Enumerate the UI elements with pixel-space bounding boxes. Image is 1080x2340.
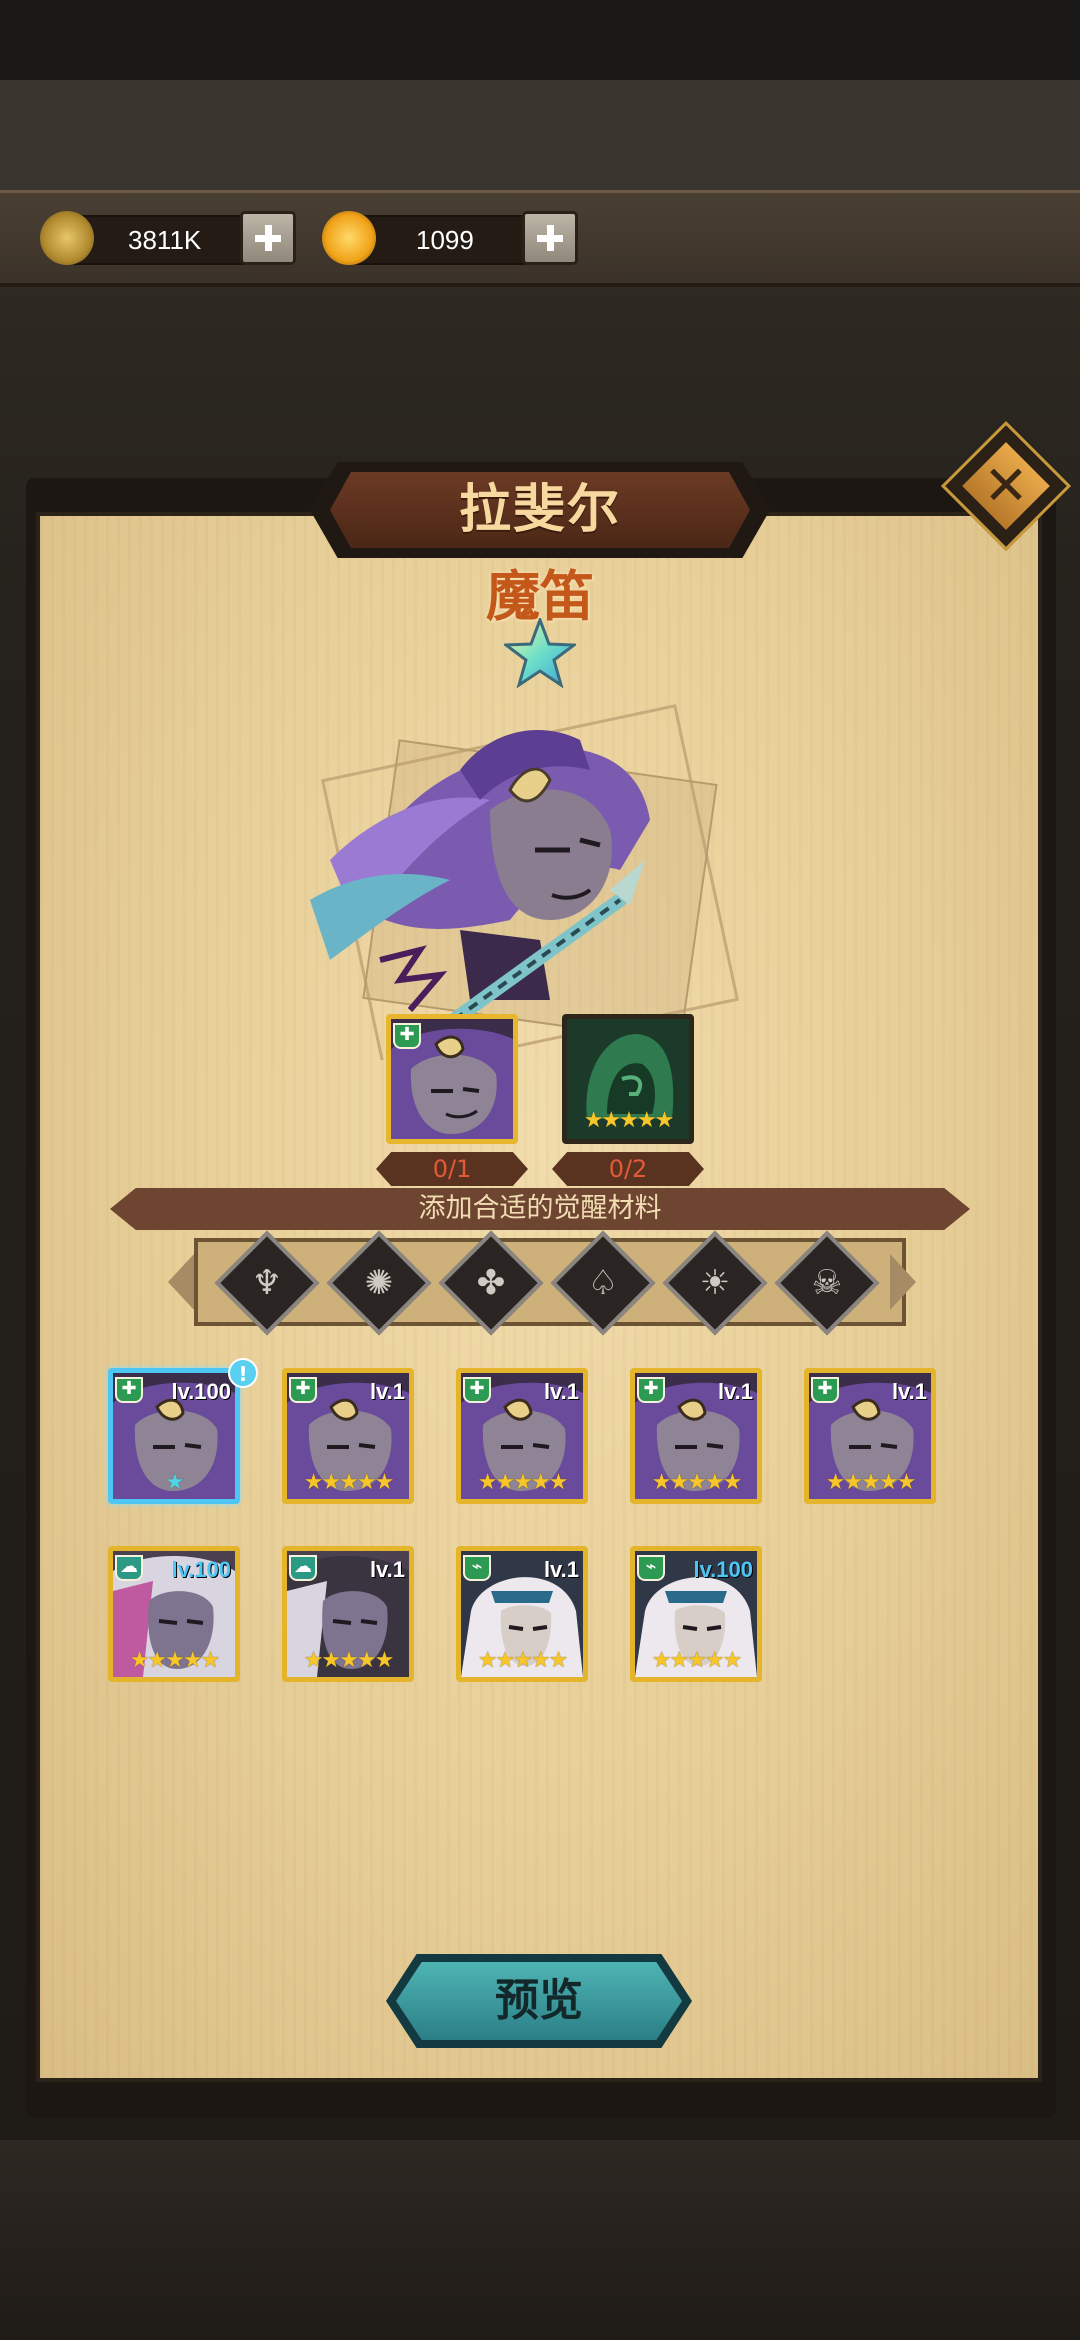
hero-name: 拉斐尔: [458, 480, 621, 540]
card-stars: ★★★★★: [651, 1470, 743, 1495]
hint-text: 添加合适的觉醒材料: [418, 1193, 662, 1224]
filter-right-arrow-icon[interactable]: [890, 1254, 916, 1310]
faction-badge-icon: ⌁: [463, 1555, 491, 1581]
faction-3-icon: ✤: [476, 1263, 506, 1303]
faction-badge-icon: ✚: [811, 1377, 839, 1403]
hero-card-6[interactable]: ☁ lv.100 ★★★★★: [108, 1546, 240, 1682]
rank-star-icon: [504, 618, 576, 688]
faction-badge-icon: ✚: [115, 1377, 143, 1403]
card-level: lv.1: [891, 1379, 927, 1404]
card-level: lv.1: [717, 1379, 753, 1404]
hero-card-5[interactable]: ✚ lv.1 ★★★★★: [804, 1368, 936, 1504]
notification-badge-icon: !: [228, 1358, 258, 1388]
faction-badge-icon: ⌁: [637, 1555, 665, 1581]
add-gold-button[interactable]: [240, 211, 296, 265]
hero-card-2[interactable]: ✚ lv.1 ★★★★★: [282, 1368, 414, 1504]
card-level: lv.1: [369, 1557, 405, 1582]
top-background: [0, 80, 1080, 190]
gem-icon: [322, 211, 376, 265]
material-slot-hero[interactable]: ✚: [386, 1014, 518, 1144]
faction-badge-icon: ✚: [637, 1377, 665, 1403]
bottom-background: [0, 2140, 1080, 2340]
material-count-hero: 0/1: [376, 1152, 528, 1186]
faction-5-icon: ☀: [699, 1263, 731, 1303]
faction-badge-icon: ✚: [463, 1377, 491, 1403]
hero-card-1[interactable]: ✚ lv.100 ★: [108, 1368, 240, 1504]
card-stars: ★★★★★: [477, 1648, 569, 1673]
card-stars: ★★★★★: [303, 1470, 395, 1495]
card-stars: ★★★★★: [303, 1648, 395, 1673]
faction-badge-icon: ☁: [115, 1555, 143, 1581]
hero-card-9[interactable]: ⌁ lv.100 ★★★★★: [630, 1546, 762, 1682]
preview-label[interactable]: 预览: [396, 1962, 682, 2040]
card-level: lv.100: [171, 1379, 231, 1404]
material-count-generic: 0/2: [552, 1152, 704, 1186]
gold-resource: 3811K: [40, 211, 310, 265]
material-slot-generic[interactable]: ★★★★★: [562, 1014, 694, 1144]
faction-4-icon: ♤: [587, 1263, 619, 1303]
plus-icon: ✚: [393, 1023, 421, 1049]
card-stars: ★★★★★: [651, 1648, 743, 1673]
close-icon[interactable]: ✕: [960, 440, 1052, 532]
gold-value: 3811K: [128, 225, 202, 255]
card-stars: ★★★★★: [477, 1470, 569, 1495]
hero-portrait: [310, 704, 740, 1060]
faction-6-icon: ☠: [811, 1263, 843, 1303]
card-level: lv.1: [543, 1379, 579, 1404]
filter-left-arrow-icon[interactable]: [168, 1254, 194, 1310]
card-stars: ★★★★★: [129, 1648, 221, 1673]
resource-bar: 3811K 1099: [0, 190, 1080, 287]
gem-value: 1099: [416, 225, 474, 255]
hero-card-7[interactable]: ☁ lv.1 ★★★★★: [282, 1546, 414, 1682]
gold-coin-icon: [40, 211, 94, 265]
card-level: lv.100: [171, 1557, 231, 1582]
faction-2-icon: ✺: [364, 1263, 394, 1303]
faction-1-icon: ♆: [251, 1263, 283, 1303]
card-level: lv.1: [369, 1379, 405, 1404]
card-stars: ★★★★★: [825, 1470, 917, 1495]
add-gem-button[interactable]: [522, 211, 578, 265]
material-stars: ★★★★★: [583, 1108, 675, 1133]
faction-badge-icon: ☁: [289, 1555, 317, 1581]
hero-card-4[interactable]: ✚ lv.1 ★★★★★: [630, 1368, 762, 1504]
card-level: lv.100: [693, 1557, 753, 1582]
gem-resource: 1099: [322, 211, 592, 265]
hero-card-3[interactable]: ✚ lv.1 ★★★★★: [456, 1368, 588, 1504]
hero-card-8[interactable]: ⌁ lv.1 ★★★★★: [456, 1546, 588, 1682]
faction-badge-icon: ✚: [289, 1377, 317, 1403]
card-level: lv.1: [543, 1557, 579, 1582]
card-stars: ★: [165, 1470, 185, 1495]
